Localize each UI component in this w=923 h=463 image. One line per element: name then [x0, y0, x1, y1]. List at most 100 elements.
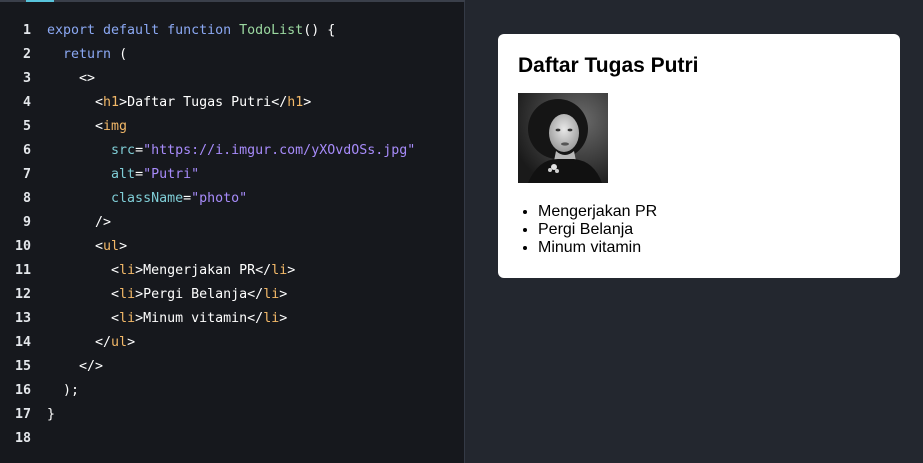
- code-token: Daftar Tugas Putri: [127, 95, 272, 110]
- code-text: </>: [31, 355, 103, 379]
- code-token: li: [271, 263, 288, 278]
- code-text: </ul>: [31, 331, 135, 355]
- code-token: >: [279, 287, 288, 302]
- line-number: 1: [22, 23, 31, 38]
- code-line[interactable]: 2 return (: [0, 43, 464, 67]
- code-token: <>: [47, 71, 96, 86]
- code-token: alt: [47, 167, 136, 182]
- code-token: >: [135, 263, 144, 278]
- code-line[interactable]: 1 export default function TodoList() {: [0, 19, 464, 43]
- line-number: 18: [14, 431, 31, 446]
- code-text: <li>Mengerjakan PR</li>: [31, 259, 295, 283]
- line-number: 2: [22, 47, 31, 62]
- line-number: 6: [22, 143, 31, 158]
- code-token: "Putri": [143, 167, 200, 182]
- code-text: return (: [31, 43, 127, 67]
- line-number: 12: [14, 287, 31, 302]
- line-number: 11: [14, 263, 31, 278]
- code-token: =: [135, 167, 144, 182]
- code-line[interactable]: 10 <ul>: [0, 235, 464, 259]
- code-text: <>: [31, 67, 95, 91]
- code-text: );: [31, 379, 79, 403]
- code-token: export default function: [47, 23, 240, 38]
- code-text: <ul>: [31, 235, 127, 259]
- code-token: >: [119, 239, 128, 254]
- code-token: className: [47, 191, 184, 206]
- code-token: >: [135, 311, 144, 326]
- code-token: );: [47, 383, 80, 398]
- code-token: Minum vitamin: [143, 311, 248, 326]
- code-line[interactable]: 7 alt="Putri": [0, 163, 464, 187]
- code-line[interactable]: 13 <li>Minum vitamin</li>: [0, 307, 464, 331]
- list-item: Mengerjakan PR: [538, 203, 880, 221]
- code-text: className="photo": [31, 187, 247, 211]
- code-token: h1: [287, 95, 304, 110]
- todo-list: Mengerjakan PRPergi BelanjaMinum vitamin: [518, 203, 880, 257]
- code-text: alt="Putri": [31, 163, 199, 187]
- code-line[interactable]: 18: [0, 427, 464, 451]
- code-text: />: [31, 211, 111, 235]
- code-token: </: [255, 263, 272, 278]
- code-line[interactable]: 9 />: [0, 211, 464, 235]
- code-token: =: [183, 191, 192, 206]
- code-token: Mengerjakan PR: [143, 263, 256, 278]
- code-line[interactable]: 8 className="photo": [0, 187, 464, 211]
- code-token: TodoList: [239, 23, 304, 38]
- line-number: 5: [22, 119, 31, 134]
- code-text: export default function TodoList() {: [31, 19, 335, 43]
- line-number: 10: [14, 239, 31, 254]
- line-number: 14: [14, 335, 31, 350]
- code-line[interactable]: 15 </>: [0, 355, 464, 379]
- code-token: </: [271, 95, 288, 110]
- code-line[interactable]: 12 <li>Pergi Belanja</li>: [0, 283, 464, 307]
- code-line[interactable]: 4 <h1>Daftar Tugas Putri</h1>: [0, 91, 464, 115]
- code-line[interactable]: 6 src="https://i.imgur.com/yXOvdOSs.jpg": [0, 139, 464, 163]
- code-line[interactable]: 3 <>: [0, 67, 464, 91]
- code-token: h1: [103, 95, 120, 110]
- line-number: 7: [22, 167, 31, 182]
- line-number: 15: [14, 359, 31, 374]
- code-text: src="https://i.imgur.com/yXOvdOSs.jpg": [31, 139, 415, 163]
- code-token: >: [119, 95, 128, 110]
- sandbox-app: 1 export default function TodoList() {2 r…: [0, 0, 923, 463]
- line-number: 13: [14, 311, 31, 326]
- code-line[interactable]: 11 <li>Mengerjakan PR</li>: [0, 259, 464, 283]
- code-line[interactable]: 17}: [0, 403, 464, 427]
- code-token: li: [263, 311, 280, 326]
- code-token: "photo": [191, 191, 248, 206]
- code-token: </>: [47, 359, 104, 374]
- code-token: }: [47, 407, 56, 422]
- line-number: 3: [22, 71, 31, 86]
- code-text: <li>Pergi Belanja</li>: [31, 283, 287, 307]
- code-text: <li>Minum vitamin</li>: [31, 307, 287, 331]
- list-item: Minum vitamin: [538, 239, 880, 257]
- line-number: 4: [22, 95, 31, 110]
- code-token: />: [47, 215, 112, 230]
- code-token: () {: [303, 23, 336, 38]
- line-number: 9: [22, 215, 31, 230]
- code-token: >: [303, 95, 312, 110]
- code-token: </: [247, 311, 264, 326]
- code-token: ul: [103, 239, 120, 254]
- list-item: Pergi Belanja: [538, 221, 880, 239]
- line-number: 16: [14, 383, 31, 398]
- code-token: <: [47, 119, 104, 134]
- line-number: 17: [14, 407, 31, 422]
- code-token: >: [127, 335, 136, 350]
- code-line[interactable]: 14 </ul>: [0, 331, 464, 355]
- code-token: (: [111, 47, 128, 62]
- code-editor[interactable]: 1 export default function TodoList() {2 r…: [0, 0, 465, 463]
- code-token: >: [279, 311, 288, 326]
- code-token: <: [47, 95, 104, 110]
- code-token: li: [119, 311, 136, 326]
- active-tab-indicator[interactable]: [26, 0, 54, 2]
- code-token: </: [47, 335, 112, 350]
- line-number: 8: [22, 191, 31, 206]
- code-token: img: [103, 119, 128, 134]
- code-line[interactable]: 5 <img: [0, 115, 464, 139]
- code-token: </: [247, 287, 264, 302]
- preview-title: Daftar Tugas Putri: [518, 54, 699, 77]
- code-line[interactable]: 16 );: [0, 379, 464, 403]
